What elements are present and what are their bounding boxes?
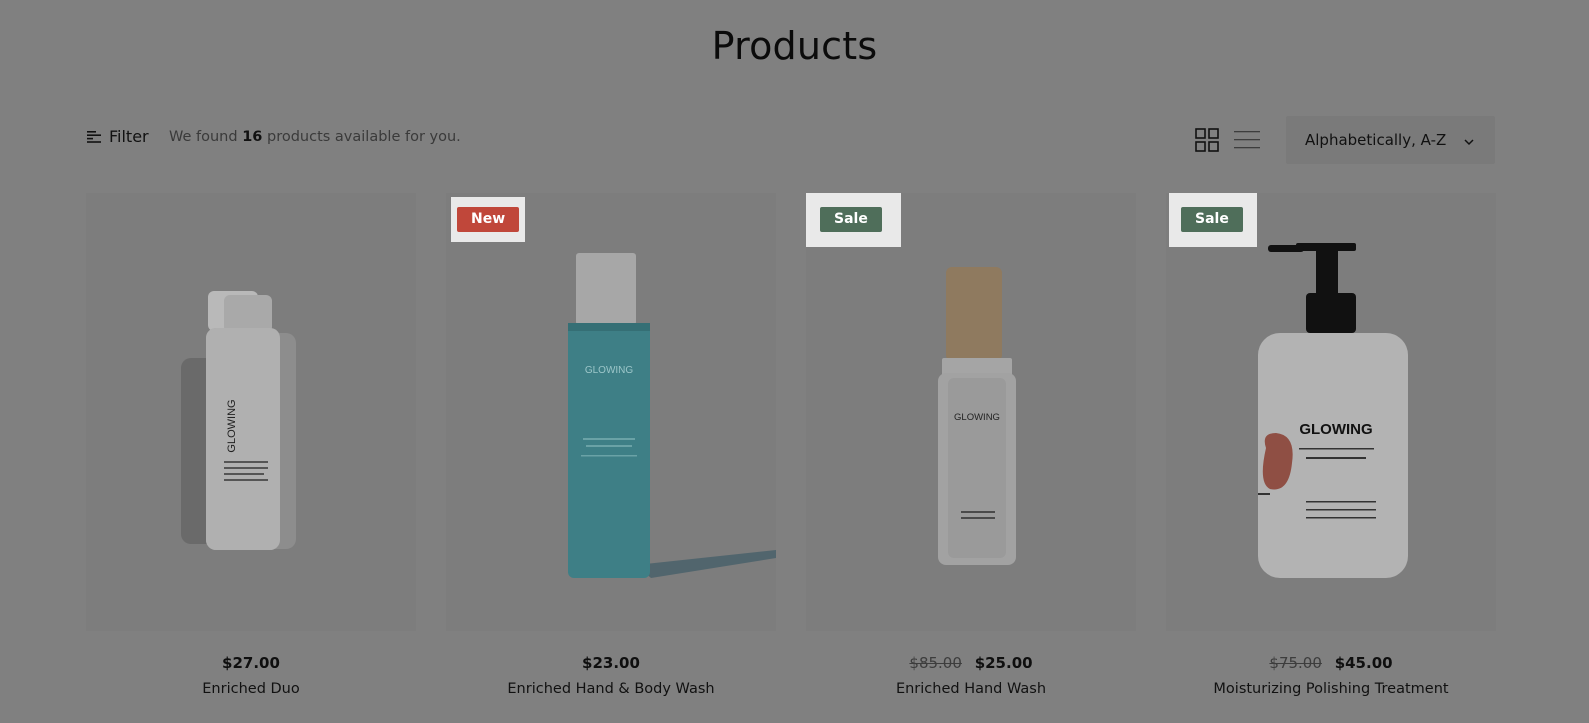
bottle-label-text: GLOWING	[226, 399, 238, 452]
product-price: $23.00	[582, 654, 640, 672]
product-image[interactable]: GLOWING Sale	[1166, 193, 1496, 631]
product-name[interactable]: Enriched Duo	[86, 681, 416, 697]
badge-container: Sale	[1169, 193, 1257, 247]
product-price: $45.00	[1334, 654, 1393, 672]
sale-badge: Sale	[1181, 207, 1243, 232]
price-row: $27.00	[86, 654, 416, 672]
sort-selected-label: Alphabetically, A-Z	[1305, 131, 1447, 149]
product-card[interactable]: GLOWING Sale $75.00 $45.00 Moisturizing …	[1166, 193, 1496, 723]
new-badge: New	[457, 207, 520, 232]
original-price: $85.00	[909, 654, 962, 672]
badge-container: New	[451, 197, 526, 242]
badge-container: Sale	[806, 193, 901, 247]
original-price: $75.00	[1269, 654, 1322, 672]
product-name[interactable]: Enriched Hand & Body Wash	[446, 681, 776, 697]
filter-button[interactable]: Filter	[87, 127, 149, 146]
results-count: 16	[242, 129, 263, 145]
products-page: Products Filter We found 16 products ava…	[0, 0, 1589, 723]
results-count-text: We found 16 products available for you.	[169, 129, 461, 145]
price-row: $85.00 $25.00	[806, 654, 1136, 672]
filter-lines-icon	[87, 130, 101, 143]
product-name[interactable]: Enriched Hand Wash	[806, 681, 1136, 697]
product-card[interactable]: GLOWING New $23.00 Enriched Hand & Body …	[446, 193, 776, 723]
price-row: $23.00	[446, 654, 776, 672]
page-title: Products	[711, 24, 878, 68]
bottle-label-text: GLOWING	[954, 412, 1000, 423]
list-view-icon	[1234, 131, 1260, 149]
product-name[interactable]: Moisturizing Polishing Treatment	[1166, 681, 1496, 697]
results-suffix: products available for you.	[266, 129, 461, 145]
product-toolbar: Filter We found 16 products available fo…	[87, 116, 1496, 164]
list-view-button[interactable]	[1234, 128, 1260, 152]
filter-label: Filter	[109, 127, 149, 146]
product-card[interactable]: GLOWING $27.00 Enriched Duo	[86, 193, 416, 723]
chevron-down-icon	[1463, 133, 1475, 152]
results-prefix: We found	[169, 129, 238, 145]
product-card[interactable]: GLOWING Sale $85.00 $25.00 Enriched Hand…	[806, 193, 1136, 723]
product-image[interactable]: GLOWING Sale	[806, 193, 1136, 631]
product-image[interactable]: GLOWING	[86, 193, 416, 631]
product-image[interactable]: GLOWING New	[446, 193, 776, 631]
grid-view-icon	[1195, 128, 1219, 152]
bottle-label-text: GLOWING	[585, 365, 634, 376]
grid-view-button[interactable]	[1195, 128, 1219, 152]
price-row: $75.00 $45.00	[1166, 654, 1496, 672]
product-price: $25.00	[974, 654, 1033, 672]
product-price: $27.00	[222, 654, 280, 672]
sale-badge: Sale	[820, 207, 882, 232]
sort-dropdown[interactable]: Alphabetically, A-Z	[1286, 116, 1495, 164]
bottle-label-text: GLOWING	[1299, 421, 1372, 438]
